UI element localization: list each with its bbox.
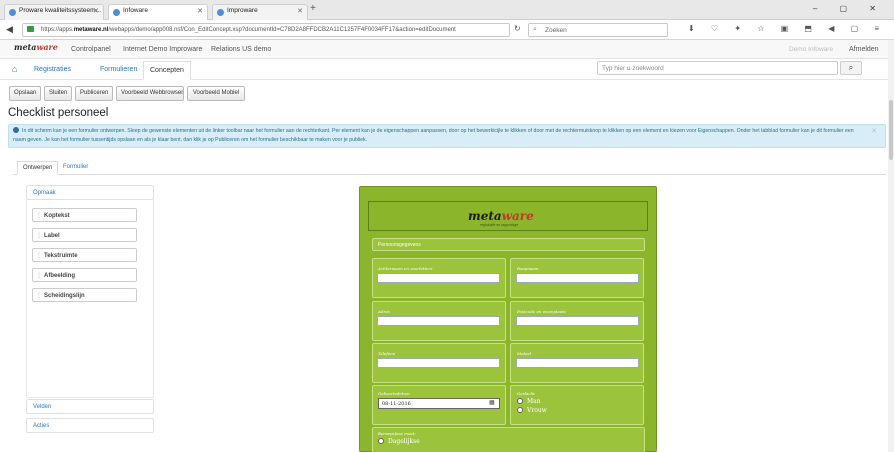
info-text: In dit scherm kan je een formulier ontwe… — [13, 128, 854, 143]
reload-icon[interactable]: ↻ — [514, 24, 521, 33]
radio-label: Vrouw — [527, 407, 547, 414]
nav-internet-demo-improware[interactable]: Internet Demo Improware — [123, 46, 202, 53]
tab-title: Proware kwaliteitssysteem... — [19, 7, 101, 14]
search-placeholder: Zoeken — [545, 27, 567, 34]
radio-vrouw[interactable]: Vrouw — [517, 407, 547, 414]
publish-button[interactable]: Publiceren — [75, 86, 113, 101]
browser-tab-proware[interactable]: Proware kwaliteitssysteem... ✕ — [4, 4, 104, 20]
element-afbeelding[interactable]: Afbeelding — [32, 268, 137, 282]
panel-acties-header[interactable]: Acties — [26, 418, 154, 433]
field-label: Roepnaam — [517, 266, 539, 271]
save-button[interactable]: Opslaan — [9, 86, 41, 101]
url-path: /webapps/demo/app008.nsf/Con_EditConcept… — [108, 27, 456, 33]
info-alert: In dit scherm kan je een formulier ontwe… — [8, 124, 886, 148]
logout-link[interactable]: Afmelden — [849, 46, 879, 53]
home-icon[interactable]: ⌂ — [12, 64, 17, 74]
new-tab-button[interactable]: + — [310, 3, 316, 14]
logo-text: meta — [14, 42, 37, 52]
mobiel-input[interactable] — [516, 358, 639, 368]
radio-icon[interactable] — [378, 438, 384, 444]
panel-velden-header[interactable]: Velden — [26, 399, 154, 414]
browser-tab-infoware[interactable]: Infoware ✕ — [108, 4, 208, 20]
form-logo-subtitle: registratie en rapportage — [480, 223, 519, 227]
preview-mobile-button[interactable]: Voorbeeld Mobiel — [187, 86, 245, 101]
field-label: Mobiel — [517, 351, 531, 356]
form-logo: metaware — [468, 209, 534, 223]
browser-url-bar: ◀ https://apps.metaware.nl/webapps/demo/… — [0, 20, 894, 40]
postcode-input[interactable] — [516, 316, 639, 326]
element-scheidingslijn[interactable]: Scheidingslijn — [32, 288, 137, 302]
geboortedatum-input[interactable]: 08-11-2016 — [378, 398, 500, 409]
scrollbar-thumb[interactable] — [889, 100, 893, 160]
url-field[interactable]: https://apps.metaware.nl/webapps/demo/ap… — [22, 23, 510, 37]
logo-accent: ware — [36, 42, 58, 52]
field-label: Geboortedatum — [378, 391, 410, 396]
url-domain: metaware.nl — [73, 27, 109, 33]
close-icon[interactable]: ✕ — [297, 7, 303, 15]
url-prefix: https://apps. — [41, 27, 74, 33]
browser-tab-improware[interactable]: Improware ✕ — [212, 4, 308, 20]
favicon-icon — [113, 9, 120, 16]
tab-title: Improware — [227, 7, 258, 14]
radio-icon[interactable] — [517, 398, 523, 404]
adres-input[interactable] — [377, 316, 500, 326]
favicon-icon — [9, 9, 16, 16]
current-user: Demo Infoware — [789, 46, 834, 53]
search-button[interactable]: ⌕ — [840, 61, 862, 75]
tab-formulieren[interactable]: Formulieren — [100, 66, 137, 73]
metaware-logo[interactable]: metaware — [14, 42, 58, 52]
close-icon[interactable]: ✕ — [197, 7, 203, 15]
form-logo-accent: ware — [501, 209, 534, 223]
field-label: Adres — [378, 309, 390, 314]
browser-search-field[interactable]: ⌕ Zoeken — [528, 23, 668, 37]
field-label: Postcode en woonplaats — [517, 309, 566, 314]
field-label: Achternaam en voorletters — [378, 266, 433, 271]
close-icon[interactable]: ✕ — [93, 7, 99, 15]
achternaam-input[interactable] — [377, 273, 500, 283]
tab-ontwerpen[interactable]: Ontwerpen — [17, 161, 59, 175]
telefoon-input[interactable] — [377, 358, 500, 368]
element-tekstruimte[interactable]: Tekstruimte — [32, 248, 137, 262]
panel-opmaak-header[interactable]: Opmaak — [26, 185, 154, 200]
lock-icon — [27, 26, 34, 32]
tab-title: Infoware — [123, 7, 148, 14]
form-logo-text: meta — [468, 209, 502, 223]
browser-tab-bar: Proware kwaliteitssysteem... ✕ Infoware … — [0, 0, 894, 20]
radio-label: Man — [527, 398, 541, 405]
element-koptekst[interactable]: Koptekst — [32, 208, 137, 222]
search-icon: ⌕ — [848, 63, 854, 72]
calendar-icon[interactable]: ▦ — [489, 399, 495, 406]
close-icon[interactable]: ✕ — [871, 127, 877, 136]
nav-controlpanel[interactable]: Controlpanel — [71, 46, 111, 53]
roepnaam-input[interactable] — [516, 273, 639, 283]
search-input[interactable]: Typ hier u zoekwoord — [597, 61, 838, 75]
page-scrollbar[interactable] — [888, 40, 894, 452]
info-icon — [13, 127, 19, 133]
preview-web-button[interactable]: Voorbeeld Webbrowser — [116, 86, 184, 101]
form-section-persoonsgegevens[interactable]: Persoonsgegevens — [372, 238, 645, 251]
browser-toolbar-icons[interactable]: ⬇ ♡ ✦ ☆ ▣ ⬒ ◀ ▢ ≡ — [688, 24, 886, 33]
radio-dagelijkse[interactable]: Dagelijkse — [378, 438, 420, 445]
back-arrow-icon[interactable]: ◀ — [6, 24, 13, 35]
close-button[interactable]: Sluiten — [44, 86, 72, 101]
field-label: Geslacht — [517, 391, 535, 396]
field-label: Beroepsfase moet: — [378, 431, 416, 436]
nav-relations-us-demo[interactable]: Relations US demo — [211, 46, 271, 53]
tab-registraties[interactable]: Registraties — [34, 66, 71, 73]
tab-concepten[interactable]: Concepten — [143, 61, 191, 80]
designer-tabs — [13, 161, 886, 175]
field-label: Telefoon — [378, 351, 396, 356]
radio-icon[interactable] — [517, 407, 523, 413]
radio-label: Dagelijkse — [388, 438, 420, 445]
favicon-icon — [217, 9, 224, 16]
tab-formulier[interactable]: Formulier — [58, 161, 93, 175]
search-icon: ⌕ — [533, 26, 537, 33]
radio-man[interactable]: Man — [517, 398, 541, 405]
element-label[interactable]: Label — [32, 228, 137, 242]
page-title: Checklist personeel — [8, 107, 109, 119]
window-controls[interactable]: – ▢ ✕ — [813, 4, 886, 13]
